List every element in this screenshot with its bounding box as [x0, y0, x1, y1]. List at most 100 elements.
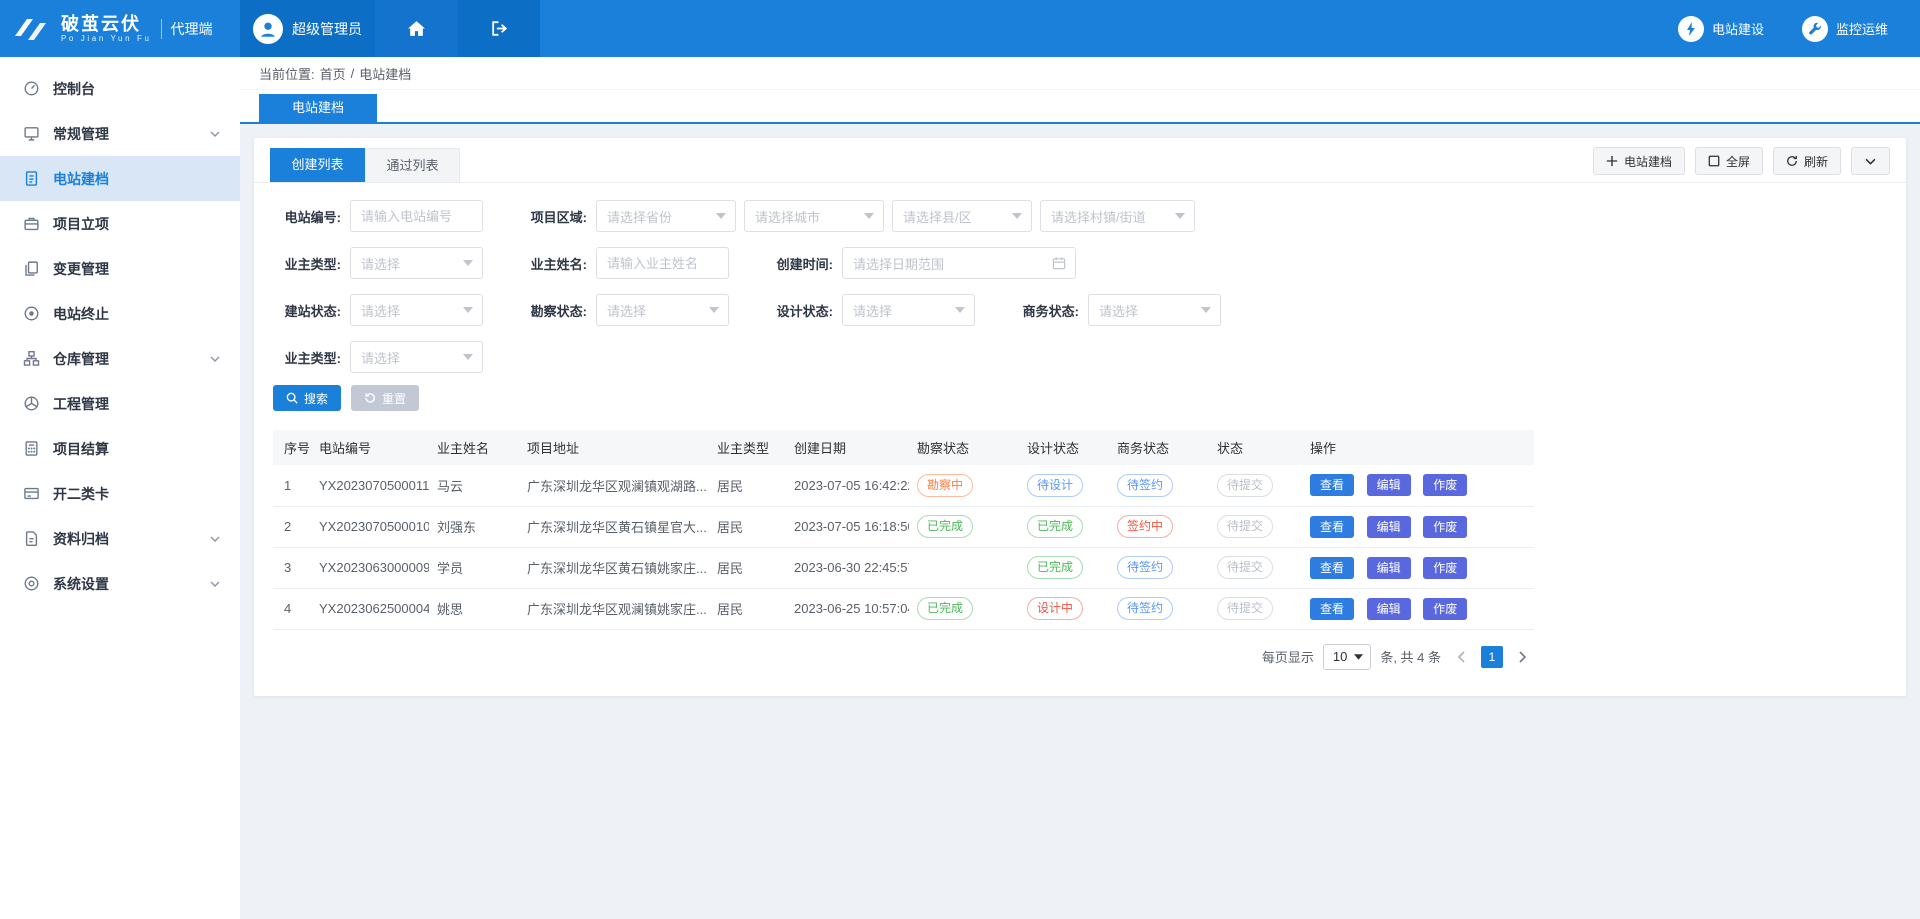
- home-button[interactable]: [375, 0, 458, 57]
- sidebar-item-label: 常规管理: [53, 124, 109, 144]
- sidebar-item-station-termination[interactable]: 电站终止: [0, 291, 240, 336]
- select-placeholder: 请选择省份: [607, 207, 672, 226]
- business-status-badge: 待签约: [1117, 597, 1173, 620]
- col-station-code: 电站编号: [311, 430, 429, 465]
- cell-station-code: YX2023070500011: [311, 465, 429, 506]
- cell-status: 待提交: [1209, 547, 1302, 588]
- reset-button[interactable]: 重置: [351, 385, 419, 411]
- page-tab-station-filing[interactable]: 电站建档: [259, 94, 377, 122]
- monitor-icon: [23, 125, 40, 142]
- current-user[interactable]: 超级管理员: [240, 0, 375, 57]
- province-select[interactable]: 请选择省份: [596, 200, 736, 232]
- app-title: 破茧云伏: [61, 14, 152, 35]
- cell-created: 2023-06-25 10:57:04: [786, 588, 909, 629]
- page-tab-bar: 电站建档: [240, 90, 1920, 124]
- owner-type-2-select[interactable]: 请选择: [350, 341, 483, 373]
- void-button[interactable]: 作废: [1423, 557, 1467, 579]
- filter-panel: 电站编号: 项目区域: 请选择省份 请选择城市: [254, 183, 1906, 373]
- refresh-button[interactable]: 刷新: [1773, 147, 1841, 175]
- collapse-button[interactable]: [1851, 147, 1890, 175]
- fullscreen-label: 全屏: [1726, 153, 1750, 170]
- sidebar-item-station-filing[interactable]: 电站建档: [0, 156, 240, 201]
- breadcrumb-prefix: 当前位置:: [259, 64, 315, 83]
- logout-icon: [490, 20, 509, 37]
- sidebar-item-console[interactable]: 控制台: [0, 66, 240, 111]
- county-select[interactable]: 请选择县/区: [892, 200, 1032, 232]
- survey-status-badge: 勘察中: [917, 474, 973, 497]
- briefcase-icon: [23, 215, 40, 232]
- filter-row-2: 业主类型: 请选择 业主姓名: 创建时间: 请选择日期范围: [273, 247, 1906, 279]
- tab-passed-list[interactable]: 通过列表: [365, 148, 460, 182]
- sidebar-item-data-archive[interactable]: 资料归档: [0, 516, 240, 561]
- portal-label: 代理端: [161, 19, 213, 39]
- business-status-select[interactable]: 请选择: [1088, 294, 1221, 326]
- edit-button[interactable]: 编辑: [1367, 516, 1411, 538]
- logo-text: 破茧云伏 Po Jian Yun Fu: [61, 14, 152, 44]
- sidebar-item-general-management[interactable]: 常规管理: [0, 111, 240, 156]
- owner-name-input[interactable]: [596, 247, 729, 279]
- cell-created: 2023-07-05 16:18:50: [786, 506, 909, 547]
- sidebar-item-change-management[interactable]: 变更管理: [0, 246, 240, 291]
- sidebar-item-label: 项目立项: [53, 214, 109, 234]
- station-code-input[interactable]: [350, 200, 483, 232]
- sidebar-item-system-settings[interactable]: 系统设置: [0, 561, 240, 606]
- view-button[interactable]: 查看: [1310, 516, 1354, 538]
- void-button[interactable]: 作废: [1423, 598, 1467, 620]
- sidebar-item-project-initiation[interactable]: 项目立项: [0, 201, 240, 246]
- edit-button[interactable]: 编辑: [1367, 474, 1411, 496]
- design-status-select[interactable]: 请选择: [842, 294, 975, 326]
- select-placeholder: 请选择: [607, 301, 646, 320]
- caret-down-icon: [716, 213, 726, 219]
- survey-status-select[interactable]: 请选择: [596, 294, 729, 326]
- col-business-status: 商务状态: [1109, 430, 1209, 465]
- town-select[interactable]: 请选择村镇/街道: [1040, 200, 1195, 232]
- design-status-badge: 已完成: [1027, 556, 1083, 579]
- date-range-picker[interactable]: 请选择日期范围: [842, 247, 1076, 279]
- cell-owner-type: 居民: [709, 506, 786, 547]
- nav-station-construction[interactable]: 电站建设: [1678, 16, 1764, 42]
- nav-label: 电站建设: [1712, 19, 1764, 38]
- sidebar-item-class2-card[interactable]: 开二类卡: [0, 471, 240, 516]
- chevron-down-icon: [1865, 158, 1876, 165]
- owner-type-select[interactable]: 请选择: [350, 247, 483, 279]
- per-page-select[interactable]: 10: [1323, 644, 1371, 670]
- cell-address: 广东深圳龙华区黄石镇星官大...: [519, 506, 709, 547]
- filter-label: 电站编号:: [273, 207, 341, 226]
- cell-survey-status: 已完成: [909, 506, 1019, 547]
- prev-page-button[interactable]: [1450, 646, 1472, 668]
- filter-business-status: 商务状态: 请选择: [1011, 294, 1221, 326]
- filter-row-1: 电站编号: 项目区域: 请选择省份 请选择城市: [273, 200, 1906, 232]
- cell-owner-name: 姚思: [429, 588, 519, 629]
- page-button-1[interactable]: 1: [1481, 646, 1503, 668]
- add-station-button[interactable]: 电站建档: [1593, 147, 1685, 175]
- sidebar-item-engineering-management[interactable]: 工程管理: [0, 381, 240, 426]
- void-button[interactable]: 作废: [1423, 516, 1467, 538]
- cell-actions: 查看 编辑 作废: [1302, 506, 1534, 547]
- breadcrumb-home-link[interactable]: 首页: [320, 64, 346, 83]
- view-button[interactable]: 查看: [1310, 474, 1354, 496]
- tab-create-list[interactable]: 创建列表: [270, 148, 365, 182]
- filter-owner-type-2: 业主类型: 请选择: [273, 341, 483, 373]
- view-button[interactable]: 查看: [1310, 598, 1354, 620]
- cell-design-status: 已完成: [1019, 506, 1109, 547]
- logout-button[interactable]: [458, 0, 540, 57]
- search-button[interactable]: 搜索: [273, 385, 341, 411]
- status-badge: 待提交: [1217, 474, 1273, 497]
- sidebar-item-project-settlement[interactable]: 项目结算: [0, 426, 240, 471]
- next-page-button[interactable]: [1512, 646, 1534, 668]
- nav-monitoring-ops[interactable]: 监控运维: [1802, 16, 1888, 42]
- build-status-select[interactable]: 请选择: [350, 294, 483, 326]
- cell-owner-name: 马云: [429, 465, 519, 506]
- city-select[interactable]: 请选择城市: [744, 200, 884, 232]
- edit-button[interactable]: 编辑: [1367, 598, 1411, 620]
- void-button[interactable]: 作废: [1423, 474, 1467, 496]
- sidebar-item-label: 开二类卡: [53, 484, 109, 504]
- edit-button[interactable]: 编辑: [1367, 557, 1411, 579]
- card-header: 创建列表 通过列表 电站建档 全屏: [254, 138, 1906, 183]
- total-count-label: 条, 共 4 条: [1380, 647, 1441, 666]
- fullscreen-button[interactable]: 全屏: [1695, 147, 1763, 175]
- sidebar-item-warehouse-management[interactable]: 仓库管理: [0, 336, 240, 381]
- add-station-label: 电站建档: [1624, 153, 1672, 170]
- filter-station-code: 电站编号:: [273, 200, 483, 232]
- view-button[interactable]: 查看: [1310, 557, 1354, 579]
